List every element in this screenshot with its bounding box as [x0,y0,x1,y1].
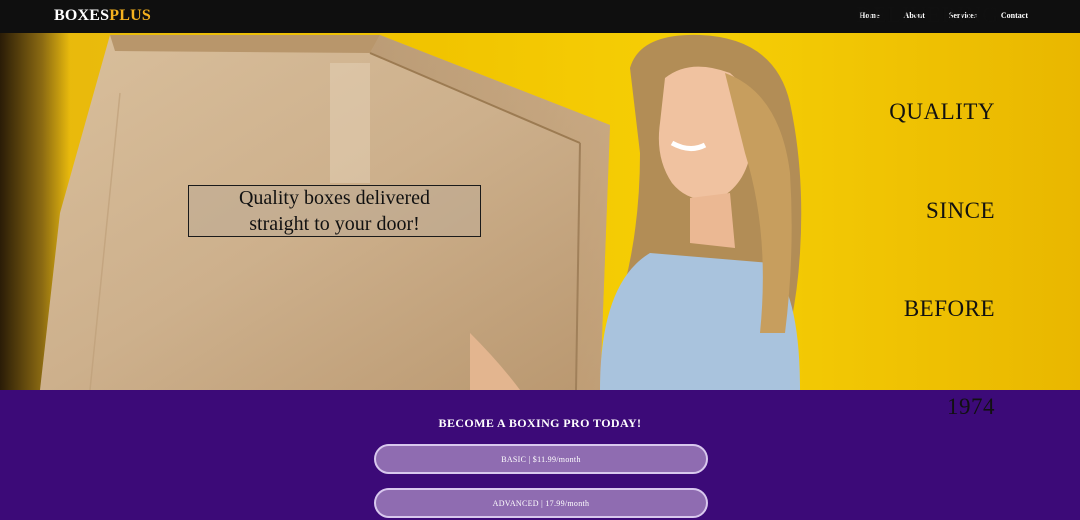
nav-link-contact[interactable]: Contact [1001,11,1028,21]
brand-logo-part2: PLUS [109,7,151,24]
hero-tagline: Quality boxes delivered straight to your… [238,187,431,235]
brand-logo[interactable]: BOXESPLUS [54,7,151,25]
advanced-plan-button[interactable]: ADVANCED | 17.99/month [374,488,708,518]
stack-word-since: SINCE [926,198,995,223]
basic-plan-button[interactable]: BASIC | $11.99/month [374,444,708,474]
stack-word-year: 1974 [947,394,995,419]
nav-link-services[interactable]: Services [949,11,977,21]
hero-tagline-box: Quality boxes delivered straight to your… [188,185,481,237]
hero-banner: Quality boxes delivered straight to your… [0,33,1080,390]
top-navbar: BOXESPLUS Home About Services Contact [0,0,1080,33]
nav-links: Home About Services Contact [835,11,1028,21]
pricing-section: BECOME A BOXING PRO TODAY! BASIC | $11.9… [0,390,1080,520]
brand-logo-part1: BOXES [54,7,110,24]
stack-word-quality: QUALITY [889,99,995,124]
pricing-title: BECOME A BOXING PRO TODAY! [438,416,642,430]
nav-link-about[interactable]: About [904,11,925,21]
woman-photo [600,34,802,390]
nav-link-home[interactable]: Home [859,11,879,21]
stack-word-before: BEFORE [903,296,995,321]
